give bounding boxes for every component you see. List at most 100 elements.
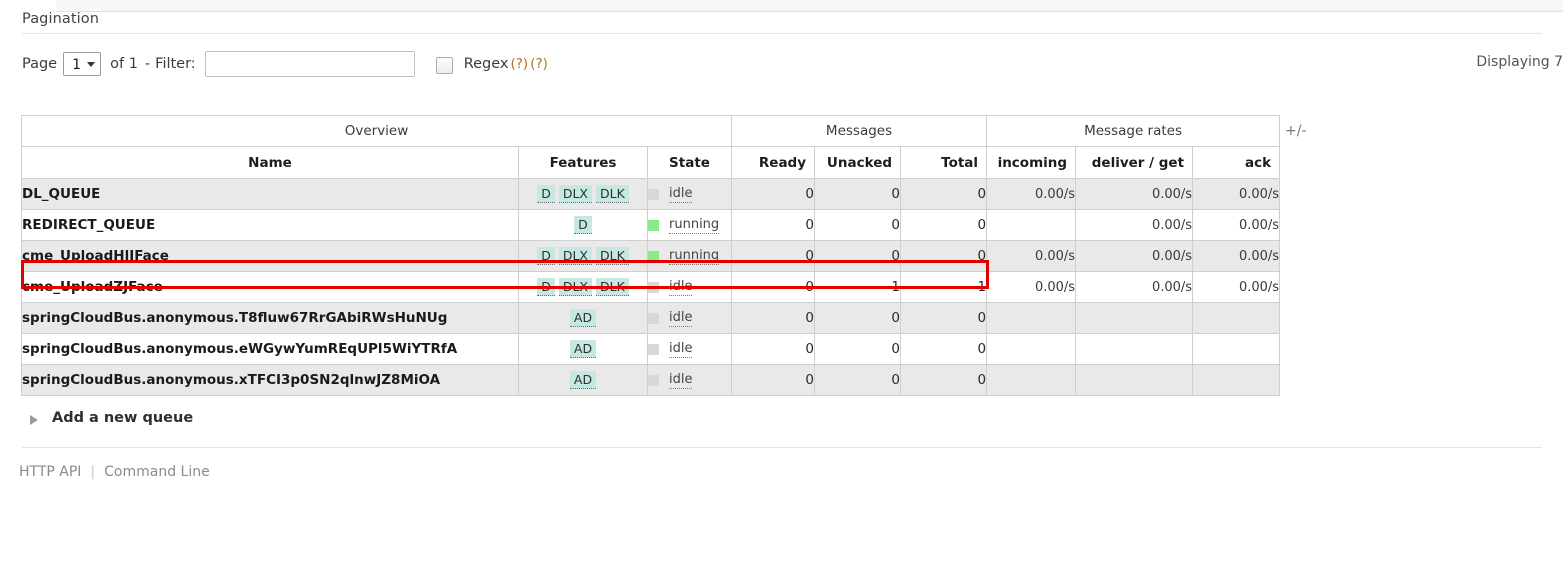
- page-title: Pagination: [22, 11, 100, 27]
- feature-badge[interactable]: D: [574, 216, 592, 234]
- queue-unacked-cell: 0: [814, 333, 902, 365]
- column-header-features[interactable]: Features: [518, 146, 648, 179]
- queue-features-cell: D DLX DLK: [518, 240, 648, 272]
- column-header-name[interactable]: Name: [21, 146, 519, 179]
- feature-badge[interactable]: AD: [569, 309, 597, 327]
- queue-name-cell[interactable]: springCloudBus.anonymous.eWGywYumREqUPl5…: [21, 333, 519, 365]
- queue-name-cell[interactable]: DL_QUEUE: [21, 178, 519, 210]
- feature-badge[interactable]: AD: [569, 371, 597, 389]
- queue-deliver-get-rate-cell: [1075, 302, 1194, 334]
- queue-ack-rate-cell: 0.00/s: [1192, 178, 1281, 210]
- feature-badge[interactable]: DLK: [596, 278, 629, 296]
- feature-badge[interactable]: D: [537, 185, 555, 203]
- queue-name-cell[interactable]: springCloudBus.anonymous.xTFCI3p0SN2qlnw…: [21, 364, 519, 396]
- triangle-right-icon: [30, 415, 38, 425]
- queues-table: Overview Messages Message rates Name Fea…: [20, 115, 1281, 396]
- queue-total-cell: 0: [900, 178, 988, 210]
- table-row[interactable]: springCloudBus.anonymous.T8fluw67RrGAbiR…: [21, 302, 1281, 334]
- queue-ready-cell: 0: [731, 333, 816, 365]
- http-api-link[interactable]: HTTP API: [19, 464, 81, 480]
- regex-checkbox[interactable]: [435, 56, 453, 74]
- state-indicator-icon: [648, 219, 659, 231]
- feature-badge[interactable]: D: [537, 278, 555, 296]
- state-indicator-icon: [648, 281, 659, 293]
- queue-unacked-cell: 0: [814, 302, 902, 334]
- queue-state-cell: idle: [646, 364, 733, 396]
- column-header-ready[interactable]: Ready: [731, 146, 816, 179]
- queue-ready-cell: 0: [731, 364, 816, 396]
- state-indicator-icon: [648, 250, 659, 262]
- state-indicator-icon: [648, 374, 659, 386]
- command-line-link[interactable]: Command Line: [104, 464, 210, 480]
- queue-deliver-get-rate-cell: 0.00/s: [1075, 240, 1194, 272]
- state-label: idle: [669, 278, 693, 296]
- queue-total-cell: 0: [900, 364, 988, 396]
- table-row[interactable]: cme_UploadHlJFace D DLX DLK running 0 0 0 0.00/s…: [21, 240, 1281, 272]
- state-label: running: [669, 247, 720, 265]
- state-indicator-icon: [648, 343, 659, 355]
- state-indicator-icon: [648, 312, 659, 324]
- feature-badge[interactable]: DLX: [558, 278, 592, 296]
- feature-badge[interactable]: D: [537, 247, 555, 265]
- filter-input[interactable]: [204, 51, 415, 77]
- add-new-queue-toggle[interactable]: Add a new queue: [0, 410, 1563, 434]
- feature-badge[interactable]: AD: [569, 340, 597, 358]
- regex-help-link-2[interactable]: (?): [530, 56, 548, 72]
- table-row[interactable]: springCloudBus.anonymous.xTFCI3p0SN2qlnw…: [21, 364, 1281, 396]
- feature-badge[interactable]: DLX: [558, 185, 592, 203]
- group-header-overview: Overview: [20, 115, 733, 147]
- queue-ack-rate-cell: 0.00/s: [1192, 209, 1281, 241]
- queue-ack-rate-cell: 0.00/s: [1192, 240, 1281, 272]
- column-toggle-link[interactable]: +/-: [1285, 123, 1307, 139]
- queue-incoming-rate-cell: [986, 333, 1077, 365]
- feature-badge[interactable]: DLK: [596, 185, 629, 203]
- table-row[interactable]: springCloudBus.anonymous.eWGywYumREqUPl5…: [21, 333, 1281, 365]
- column-header-unacked[interactable]: Unacked: [814, 146, 902, 179]
- queue-deliver-get-rate-cell: 0.00/s: [1075, 271, 1194, 303]
- queue-unacked-cell: 0: [814, 178, 902, 210]
- table-row[interactable]: REDIRECT_QUEUE Drunning 0 0 0 0.00/s 0.00/s: [21, 209, 1281, 241]
- queue-name-cell[interactable]: cme_UploadZJFace: [21, 271, 519, 303]
- state-label: idle: [669, 340, 693, 358]
- queue-features-cell: D: [518, 209, 648, 241]
- queue-incoming-rate-cell: 0.00/s: [986, 240, 1077, 272]
- add-new-queue-label: Add a new queue: [52, 410, 194, 426]
- group-header-message-rates: Message rates: [986, 115, 1281, 147]
- filter-label: Filter:: [155, 56, 196, 72]
- queues-table-wrap: Overview Messages Message rates Name Fea…: [0, 115, 1563, 396]
- column-toggle-plus: +: [1285, 123, 1297, 139]
- queue-incoming-rate-cell: 0.00/s: [986, 271, 1077, 303]
- queue-ack-rate-cell: [1192, 333, 1281, 365]
- column-header-total[interactable]: Total: [900, 146, 988, 179]
- column-header-ack[interactable]: ack: [1192, 146, 1281, 179]
- queue-state-cell: idle: [646, 178, 733, 210]
- column-header-incoming[interactable]: incoming: [986, 146, 1077, 179]
- column-header-deliver-get[interactable]: deliver / get: [1075, 146, 1194, 179]
- feature-badge[interactable]: DLK: [596, 247, 629, 265]
- queue-incoming-rate-cell: 0.00/s: [986, 178, 1077, 210]
- queue-name-cell[interactable]: springCloudBus.anonymous.T8fluw67RrGAbiR…: [21, 302, 519, 334]
- table-row[interactable]: DL_QUEUE D DLX DLK idle 0 0 0 0.00/s 0.00/s 0.00/s: [21, 178, 1281, 210]
- title-divider: [22, 33, 1542, 34]
- queue-unacked-cell: 0: [814, 209, 902, 241]
- table-row[interactable]: cme_UploadZJFace D DLX DLK idle 0 1 1 0.00/s 0.00…: [21, 271, 1281, 303]
- feature-badge[interactable]: DLX: [558, 247, 592, 265]
- queue-unacked-cell: 0: [814, 240, 902, 272]
- chevron-down-icon: [87, 62, 96, 67]
- regex-help-link-1[interactable]: (?): [511, 56, 529, 72]
- queue-name-cell[interactable]: REDIRECT_QUEUE: [21, 209, 519, 241]
- queue-features-cell: AD: [518, 364, 648, 396]
- footer-links: HTTP API | Command Line: [0, 464, 1563, 480]
- queue-incoming-rate-cell: [986, 209, 1077, 241]
- queue-deliver-get-rate-cell: 0.00/s: [1075, 178, 1194, 210]
- queue-ready-cell: 0: [731, 178, 816, 210]
- queue-total-cell: 0: [900, 333, 988, 365]
- state-label: idle: [669, 371, 693, 389]
- queue-ack-rate-cell: [1192, 364, 1281, 396]
- queue-name-cell[interactable]: cme_UploadHlJFace: [21, 240, 519, 272]
- page-select[interactable]: 1: [63, 52, 102, 76]
- queue-deliver-get-rate-cell: [1075, 364, 1194, 396]
- state-label: idle: [669, 309, 693, 327]
- queue-ack-rate-cell: [1192, 302, 1281, 334]
- column-header-state[interactable]: State: [646, 146, 733, 179]
